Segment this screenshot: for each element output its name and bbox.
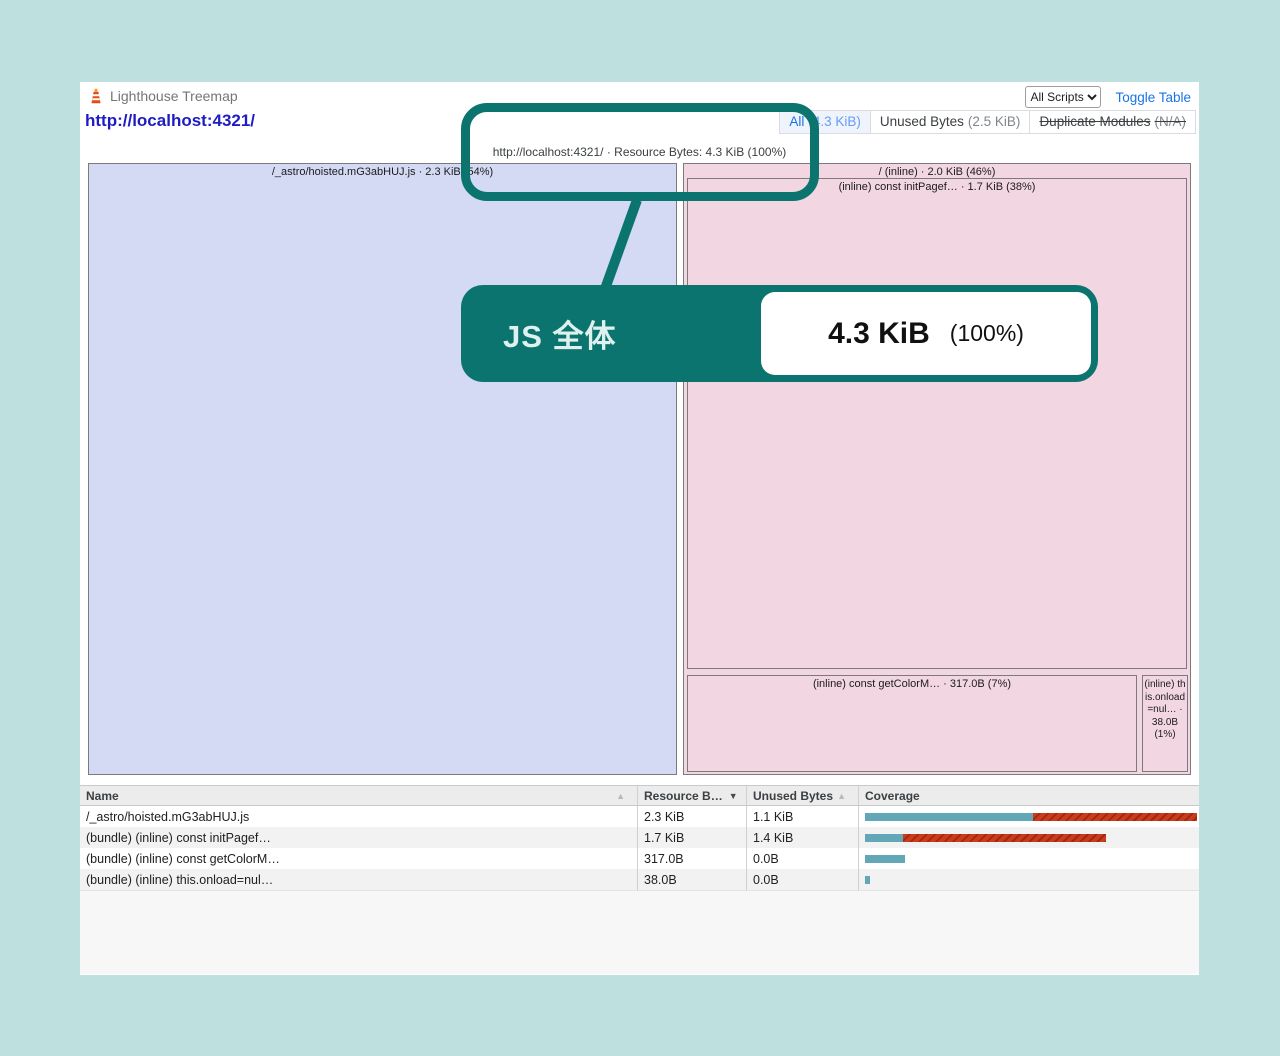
tab-all-bytes: (4.3 KiB) (808, 114, 861, 129)
cell-name: /_astro/hoisted.mG3abHUJ.js (80, 806, 637, 827)
annotation-callout-label: JS 全体 (503, 311, 617, 356)
lighthouse-treemap-window: Lighthouse Treemap All Scripts Toggle Ta… (80, 82, 1199, 975)
cell-coverage (858, 827, 1199, 848)
cell-name: (bundle) (inline) const initPagef… (80, 827, 637, 848)
cell-coverage (858, 806, 1199, 827)
bytes-table: Name ▲ Resource B… ▼ Unused Bytes ▲ Cove… (80, 785, 1199, 974)
column-header-coverage[interactable]: Coverage (858, 786, 1199, 805)
cell-name: (bundle) (inline) this.onload=nul… (80, 869, 637, 890)
treemap-node-onload[interactable]: (inline) this.onload=nul… · 38.0B (1%) (1142, 675, 1188, 772)
app-brand: Lighthouse Treemap (88, 88, 238, 104)
breadcrumb: http://localhost:4321/ · Resource Bytes:… (80, 145, 1199, 159)
coverage-bar (865, 813, 1199, 821)
tab-all[interactable]: All (4.3 KiB) (779, 110, 871, 134)
treemap-node-root-inline[interactable]: / (inline) · 2.0 KiB (46%) (inline) cons… (683, 163, 1191, 775)
sort-asc-icon[interactable]: ▲ (616, 791, 625, 801)
cell-name: (bundle) (inline) const getColorM… (80, 848, 637, 869)
cell-unused-bytes: 1.4 KiB (746, 827, 858, 848)
treemap-node-label: (inline) const initPagef… · 1.7 KiB (38%… (688, 179, 1186, 193)
annotation-callout: JS 全体 4.3 KiB (100%) (461, 285, 1098, 382)
page: { "colors": { "accent_teal": "#0b746e", … (0, 0, 1280, 1056)
cell-resource-bytes: 38.0B (637, 869, 746, 890)
coverage-used-bar (865, 813, 1033, 821)
coverage-unused-bar (903, 834, 1106, 842)
tab-duplicate-modules-value: (N/A) (1155, 114, 1187, 129)
treemap-node-label: (inline) this.onload=nul… · 38.0B (1%) (1143, 676, 1187, 742)
sort-asc-icon[interactable]: ▲ (837, 791, 846, 801)
treemap-node-label: /_astro/hoisted.mG3abHUJ.js · 2.3 KiB (5… (89, 164, 676, 178)
coverage-used-bar (865, 855, 905, 863)
document-url-link[interactable]: http://localhost:4321/ (85, 111, 255, 131)
table-header-row: Name ▲ Resource B… ▼ Unused Bytes ▲ Cove… (80, 785, 1199, 806)
treemap-node-getcolor[interactable]: (inline) const getColorM… · 317.0B (7%) (687, 675, 1137, 772)
cell-coverage (858, 848, 1199, 869)
tab-duplicate-modules[interactable]: Duplicate Modules (N/A) (1029, 110, 1196, 134)
table-row[interactable]: /_astro/hoisted.mG3abHUJ.js 2.3 KiB 1.1 … (80, 806, 1199, 827)
column-header-name[interactable]: Name ▲ (80, 786, 637, 805)
app-title: Lighthouse Treemap (110, 88, 238, 104)
tab-unused-bytes[interactable]: Unused Bytes (2.5 KiB) (870, 110, 1031, 134)
column-header-resource-bytes[interactable]: Resource B… ▼ (637, 786, 746, 805)
annotation-value-box: 4.3 KiB (100%) (761, 292, 1091, 375)
cell-unused-bytes: 0.0B (746, 869, 858, 890)
coverage-used-bar (865, 876, 870, 884)
coverage-unused-bar (1033, 813, 1197, 821)
cell-resource-bytes: 317.0B (637, 848, 746, 869)
table-empty-area (80, 890, 1199, 974)
header-controls: All Scripts Toggle Table (1025, 86, 1195, 108)
coverage-bar (865, 876, 1199, 884)
cell-coverage (858, 869, 1199, 890)
cell-unused-bytes: 1.1 KiB (746, 806, 858, 827)
table-row[interactable]: (bundle) (inline) const getColorM… 317.0… (80, 848, 1199, 869)
treemap-node-initpage[interactable]: (inline) const initPagef… · 1.7 KiB (38%… (687, 178, 1187, 669)
treemap: /_astro/hoisted.mG3abHUJ.js · 2.3 KiB (5… (80, 162, 1199, 776)
annotation-value: 4.3 KiB (828, 317, 930, 351)
coverage-bar (865, 855, 1199, 863)
tab-all-label: All (789, 114, 804, 129)
table-row[interactable]: (bundle) (inline) this.onload=nul… 38.0B… (80, 869, 1199, 890)
cell-resource-bytes: 2.3 KiB (637, 806, 746, 827)
table-row[interactable]: (bundle) (inline) const initPagef… 1.7 K… (80, 827, 1199, 848)
cell-unused-bytes: 0.0B (746, 848, 858, 869)
coverage-bar (865, 834, 1199, 842)
coverage-used-bar (865, 834, 903, 842)
script-select[interactable]: All Scripts (1025, 86, 1101, 108)
tab-unused-bytes-label: Unused Bytes (880, 114, 964, 129)
treemap-node-label: (inline) const getColorM… · 317.0B (7%) (688, 676, 1136, 690)
column-header-unused-bytes[interactable]: Unused Bytes ▲ (746, 786, 858, 805)
tab-duplicate-modules-label: Duplicate Modules (1039, 114, 1150, 129)
annotation-percent: (100%) (950, 320, 1024, 347)
treemap-node-hoisted-js[interactable]: /_astro/hoisted.mG3abHUJ.js · 2.3 KiB (5… (88, 163, 677, 775)
tab-unused-bytes-value: (2.5 KiB) (968, 114, 1021, 129)
lighthouse-icon (88, 88, 104, 104)
treemap-node-label: / (inline) · 2.0 KiB (46%) (684, 164, 1190, 178)
toggle-table-button[interactable]: Toggle Table (1111, 88, 1195, 107)
view-mode-tabs: All (4.3 KiB) Unused Bytes (2.5 KiB) Dupli… (779, 110, 1196, 134)
cell-resource-bytes: 1.7 KiB (637, 827, 746, 848)
sort-desc-icon[interactable]: ▼ (729, 791, 738, 801)
